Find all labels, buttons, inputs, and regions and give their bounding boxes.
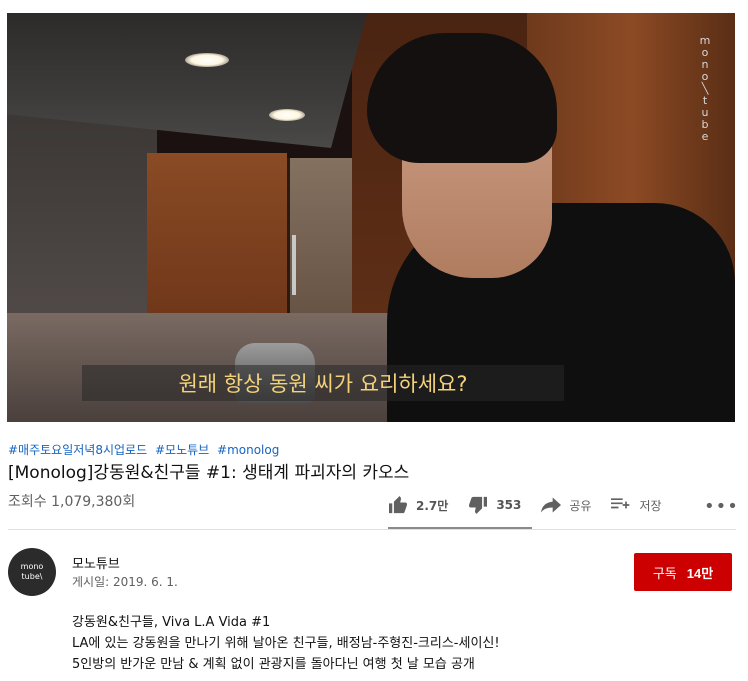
description-line: LA에 있는 강동원을 만나기 위해 날아온 친구들, 배정남-주형진-크리스-…	[72, 636, 500, 651]
share-icon	[541, 497, 562, 513]
door-handle	[292, 235, 296, 295]
dislike-button[interactable]: 353	[468, 496, 521, 514]
more-actions-button[interactable]: •••	[704, 496, 739, 517]
avatar-text: mono	[20, 562, 44, 571]
like-ratio-bar	[388, 527, 532, 529]
watermark-char: e	[701, 130, 709, 143]
thumbs-down-icon	[469, 496, 488, 514]
save-button[interactable]: 저장	[611, 497, 662, 514]
publish-date: 게시일: 2019. 6. 1.	[72, 575, 178, 589]
avatar-text: tube\	[21, 572, 43, 581]
share-button[interactable]: 공유	[541, 497, 591, 514]
dislike-count: 353	[496, 498, 522, 512]
description-line: 5인방의 반가운 만남 & 계획 없이 관광지를 돌아다닌 여행 첫 날 모습 …	[72, 657, 475, 672]
hashtag-link[interactable]: #모노튜브	[155, 443, 209, 457]
thumbs-up-icon	[389, 496, 407, 514]
view-count: 조회수 1,079,380회	[8, 494, 136, 510]
hood-light	[269, 109, 305, 121]
description-line: 강동원&친구들, Viva L.A Vida #1	[72, 615, 271, 630]
channel-watermark: m o n o ╲ t u b e	[697, 35, 713, 143]
hood-light	[185, 53, 229, 67]
video-description: 강동원&친구들, Viva L.A Vida #1 LA에 있는 강동원을 만나…	[72, 612, 500, 675]
cabinet	[147, 153, 287, 333]
divider	[8, 529, 736, 530]
like-button[interactable]: 2.7만	[388, 496, 448, 514]
action-bar: 2.7만 353 공유 저장	[388, 494, 682, 516]
video-title: [Monolog]강동원&친구들 #1: 생태계 파괴자의 카오스	[8, 463, 410, 483]
person-hair	[367, 33, 557, 163]
video-subtitle: 원래 항상 동원 씨가 요리하세요?	[178, 372, 468, 396]
channel-name[interactable]: 모노튜브	[72, 553, 120, 572]
hashtag-link[interactable]: #monolog	[217, 443, 279, 457]
share-label: 공유	[569, 498, 592, 513]
subscriber-count: 14만	[686, 565, 714, 581]
save-label: 저장	[639, 498, 662, 513]
subscribe-label: 구독	[652, 565, 677, 581]
video-player[interactable]: 원래 항상 동원 씨가 요리하세요? m o n o ╲ t u b e	[7, 13, 735, 422]
like-count: 2.7만	[416, 498, 449, 513]
subscribe-button[interactable]: 구독 14만	[634, 553, 732, 591]
video-frame	[7, 13, 735, 422]
playlist-add-icon	[611, 498, 630, 509]
hashtag-link[interactable]: #매주토요일저녁8시업로드	[8, 443, 147, 457]
channel-avatar[interactable]: mono tube\	[8, 548, 56, 596]
hashtag-list: #매주토요일저녁8시업로드 #모노튜브 #monolog	[8, 441, 283, 458]
